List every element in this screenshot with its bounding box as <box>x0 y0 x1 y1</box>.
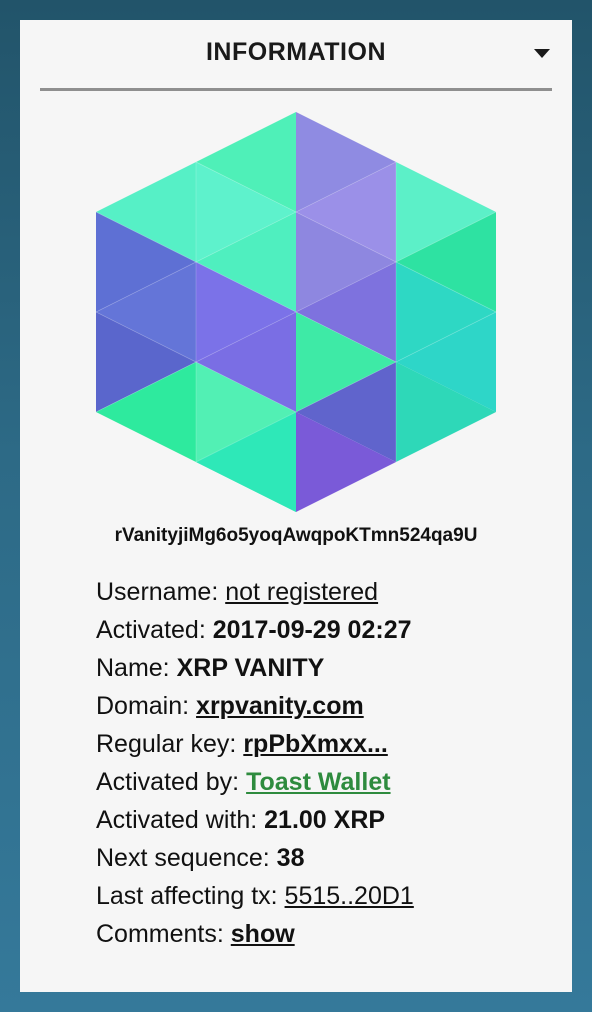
activated-with-label: Activated with: <box>96 806 258 834</box>
activated-row: Activated: 2017-09-29 02:27 <box>96 611 556 649</box>
activated-by-row: Activated by: Toast Wallet <box>96 763 556 801</box>
name-label: Name: <box>96 654 170 682</box>
activated-with-row: Activated with: 21.00 XRP <box>96 801 556 839</box>
activated-with-value: 21.00 XRP <box>264 806 386 834</box>
name-value: XRP VANITY <box>176 654 325 682</box>
activated-by-label: Activated by: <box>96 768 240 796</box>
comments-show-link[interactable]: show <box>231 920 295 948</box>
comments-row: Comments: show <box>96 915 556 953</box>
activated-label: Activated: <box>96 616 206 644</box>
hexagon-identicon <box>96 112 496 512</box>
last-tx-row: Last affecting tx: 5515..20D1 <box>96 877 556 915</box>
activated-by-link[interactable]: Toast Wallet <box>246 768 390 796</box>
information-panel: INFORMATION rVanityjiMg6o5yoqAwqpoKTmn52… <box>20 20 572 992</box>
comments-label: Comments: <box>96 920 224 948</box>
name-row: Name: XRP VANITY <box>96 649 556 687</box>
activated-value: 2017-09-29 02:27 <box>212 616 412 644</box>
account-address: rVanityjiMg6o5yoqAwqpoKTmn524qa9U <box>114 525 478 546</box>
panel-title: INFORMATION <box>205 38 386 66</box>
last-tx-label: Last affecting tx: <box>96 882 278 910</box>
next-sequence-value: 38 <box>276 844 305 872</box>
regular-key-link[interactable]: rpPbXmxx... <box>243 730 388 758</box>
domain-link[interactable]: xrpvanity.com <box>196 692 364 720</box>
next-sequence-row: Next sequence: 38 <box>96 839 556 877</box>
domain-label: Domain: <box>96 692 190 720</box>
regular-key-row: Regular key: rpPbXmxx... <box>96 725 556 763</box>
last-tx-link[interactable]: 5515..20D1 <box>285 882 414 910</box>
regular-key-label: Regular key: <box>96 730 237 758</box>
username-label: Username: <box>96 578 219 606</box>
account-details: Username: not registered Activated: 2017… <box>96 573 556 953</box>
username-link[interactable]: not registered <box>225 578 378 606</box>
domain-row: Domain: xrpvanity.com <box>96 687 556 725</box>
username-row: Username: not registered <box>96 573 556 611</box>
panel-header: INFORMATION <box>40 20 552 91</box>
next-sequence-label: Next sequence: <box>96 844 270 872</box>
caret-down-icon[interactable] <box>534 49 550 58</box>
